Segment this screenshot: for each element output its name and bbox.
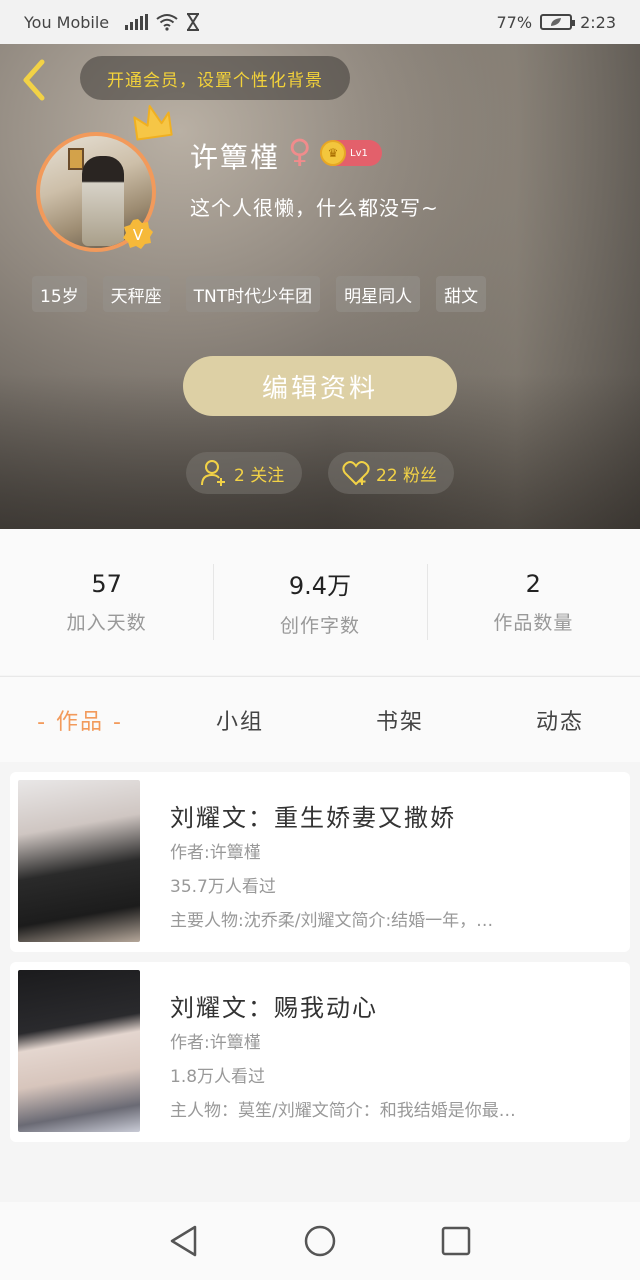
level-badge[interactable]: ♛ Lv1 [320,140,382,166]
tab-activity[interactable]: 动态 [480,704,640,736]
wifi-icon [156,14,178,31]
following-button[interactable]: 2 关注 [186,452,302,494]
stat-label: 创作字数 [279,615,360,637]
tag-fandom: TNT时代少年团 [185,276,321,312]
signal-icon [125,14,149,30]
stats-row: 57 加入天数 9.4万 创作字数 2 作品数量 [0,529,640,675]
work-description: 主要人物:沈乔柔/刘耀文简介:结婚一年，… [170,911,494,931]
hourglass-icon [187,13,200,31]
carrier-name: You Mobile [24,12,110,32]
stat-join-days: 57 加入天数 [0,564,213,640]
work-description: 主人物：莫笙/刘耀文简介：和我结婚是你最… [170,1101,516,1121]
username: 许簟槿 [190,141,281,174]
female-icon: ♀ [288,132,312,170]
work-views: 35.7万人看过 [170,877,276,897]
stat-value: 9.4万 [288,572,352,600]
list-item[interactable]: 刘耀文：重生娇妻又撒娇 作者:许簟槿 35.7万人看过 主要人物:沈乔柔/刘耀文… [10,772,630,952]
tag-age: 15岁 [32,276,87,312]
nav-back-icon[interactable] [164,1221,204,1261]
tab-bookshelf[interactable]: 书架 [320,704,480,736]
work-title: 刘耀文：赐我动心 [170,994,378,1022]
tag-list: 15岁 天秤座 TNT时代少年团 明星同人 甜文 [32,276,487,312]
heart-icon [342,461,370,486]
level-label: Lv1 [350,147,368,159]
edit-profile-button[interactable]: 编辑资料 [183,356,457,416]
v-badge-icon: V [123,219,153,249]
book-cover [18,970,140,1132]
tag-genre: 明星同人 [336,276,421,312]
stat-word-count: 9.4万 创作字数 [213,564,426,640]
avatar[interactable]: V [36,105,173,252]
nav-home-icon[interactable] [300,1221,340,1261]
nav-recent-icon[interactable] [436,1221,476,1261]
svg-text:V: V [133,226,144,244]
work-views: 1.8万人看过 [170,1067,266,1087]
status-bar: You Mobile 77% 2:23 [0,0,640,44]
work-author: 作者:许簟槿 [170,843,261,863]
vip-banner[interactable]: 开通会员，设置个性化背景 [80,56,350,100]
user-bio: 这个人很懒，什么都没写~ [190,196,439,220]
book-cover [18,780,140,942]
stat-label: 加入天数 [66,611,147,634]
back-arrow-icon[interactable] [16,56,52,104]
profile-header: 开通会员，设置个性化背景 V 许簟槿 ♀ ♛ Lv1 这个人很懒，什么都没写~ … [0,44,640,529]
battery-percent: 77% [496,12,533,32]
tag-style: 甜文 [436,276,487,312]
stat-value: 2 [525,569,541,598]
stat-works-count: 2 作品数量 [426,564,640,640]
status-time: 2:23 [580,12,616,32]
tag-zodiac: 天秤座 [102,276,170,312]
work-title: 刘耀文：重生娇妻又撒娇 [170,804,456,832]
profile-tabs: - 作品 - 小组 书架 动态 [0,676,640,762]
tab-groups[interactable]: 小组 [160,704,320,736]
stat-label: 作品数量 [493,611,574,634]
system-nav-bar [0,1202,640,1280]
add-user-icon [201,460,225,486]
works-list: 刘耀文：重生娇妻又撒娇 作者:许簟槿 35.7万人看过 主要人物:沈乔柔/刘耀文… [10,772,630,1152]
list-item[interactable]: 刘耀文：赐我动心 作者:许簟槿 1.8万人看过 主人物：莫笙/刘耀文简介：和我结… [10,962,630,1142]
fans-count: 22 粉丝 [376,465,438,486]
following-count: 2 关注 [234,465,285,486]
tab-works[interactable]: - 作品 - [0,704,160,736]
work-author: 作者:许簟槿 [170,1033,261,1053]
battery-icon [540,14,576,30]
crown-icon [133,105,173,141]
crown-coin-icon: ♛ [320,140,346,166]
stat-value: 57 [91,569,122,598]
fans-button[interactable]: 22 粉丝 [328,452,454,494]
